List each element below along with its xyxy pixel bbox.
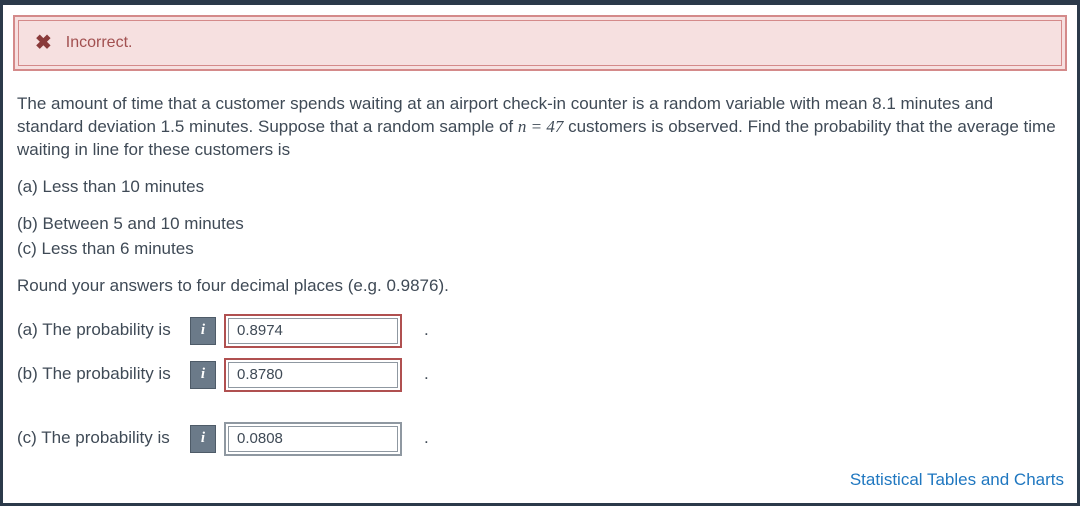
answer-label-b: (b) The probability is bbox=[17, 363, 182, 386]
info-icon[interactable]: i bbox=[190, 425, 216, 453]
question-frame: ✖ Incorrect. The amount of time that a c… bbox=[0, 0, 1080, 506]
incorrect-alert-inner: ✖ Incorrect. bbox=[18, 20, 1062, 66]
answer-row-b: (b) The probability is i . bbox=[17, 358, 1063, 392]
statistical-tables-link[interactable]: Statistical Tables and Charts bbox=[850, 470, 1064, 490]
answer-input-c[interactable] bbox=[228, 426, 398, 452]
answer-input-a[interactable] bbox=[228, 318, 398, 344]
alert-status-text: Incorrect. bbox=[66, 34, 133, 52]
answer-input-wrap-a bbox=[224, 314, 402, 348]
part-c: (c) Less than 6 minutes bbox=[17, 238, 1063, 261]
close-icon: ✖ bbox=[35, 33, 52, 53]
period: . bbox=[424, 363, 429, 386]
answer-input-b[interactable] bbox=[228, 362, 398, 388]
answer-row-a: (a) The probability is i . bbox=[17, 314, 1063, 348]
answer-label-c: (c) The probability is bbox=[17, 427, 182, 450]
question-body: The amount of time that a customer spend… bbox=[13, 93, 1067, 456]
problem-n-expr: n = 47 bbox=[518, 117, 563, 136]
problem-statement: The amount of time that a customer spend… bbox=[17, 93, 1063, 162]
answer-input-wrap-b bbox=[224, 358, 402, 392]
answer-row-c: (c) The probability is i . bbox=[17, 422, 1063, 456]
rounding-note: Round your answers to four decimal place… bbox=[17, 275, 1063, 298]
part-b: (b) Between 5 and 10 minutes bbox=[17, 213, 1063, 236]
incorrect-alert: ✖ Incorrect. bbox=[13, 15, 1067, 71]
parts-list: (a) Less than 10 minutes (b) Between 5 a… bbox=[17, 176, 1063, 261]
period: . bbox=[424, 319, 429, 342]
info-icon[interactable]: i bbox=[190, 317, 216, 345]
answer-input-wrap-c bbox=[224, 422, 402, 456]
part-a: (a) Less than 10 minutes bbox=[17, 176, 1063, 199]
answer-label-a: (a) The probability is bbox=[17, 319, 182, 342]
period: . bbox=[424, 427, 429, 450]
info-icon[interactable]: i bbox=[190, 361, 216, 389]
